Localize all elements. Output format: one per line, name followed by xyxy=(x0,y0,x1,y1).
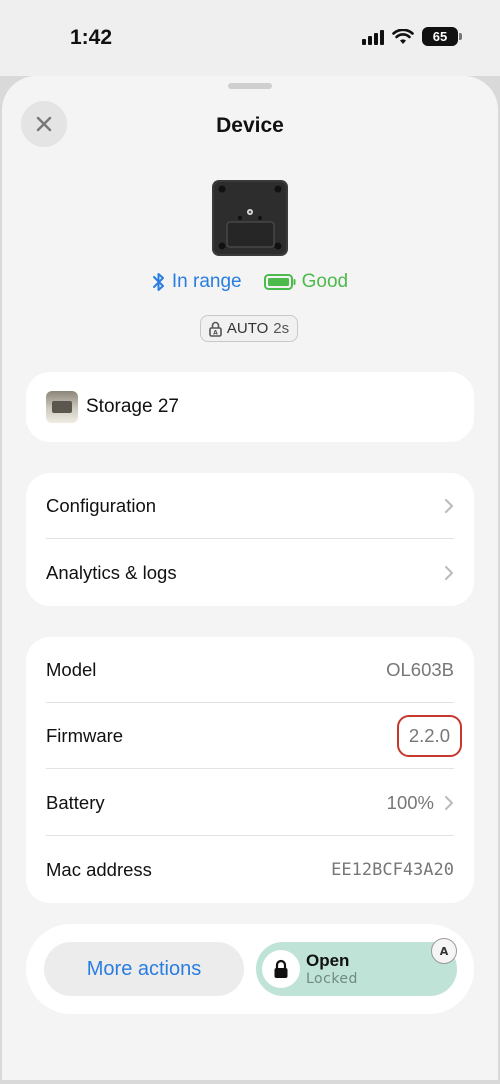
action-bar: More actions Open Locked A xyxy=(26,924,474,1014)
battery-status-label: Good xyxy=(301,271,349,292)
auto-lock-icon: A xyxy=(209,321,222,337)
firmware-label: Firmware xyxy=(46,725,124,746)
device-image xyxy=(212,180,288,256)
auto-lock-badge[interactable]: A AUTO 2s xyxy=(200,315,298,342)
wifi-icon xyxy=(392,28,414,44)
status-icons: 65 xyxy=(362,27,462,46)
nav-item-configuration[interactable]: Configuration xyxy=(46,473,454,539)
page-title: Device xyxy=(216,114,284,137)
battery-status: Good xyxy=(263,271,349,293)
cellular-signal-icon xyxy=(362,29,384,45)
lock-icon-circle xyxy=(262,950,300,988)
storage-card[interactable]: Storage 27 xyxy=(26,372,474,442)
connection-label: In range xyxy=(171,271,242,292)
auto-refresh-glyph: A xyxy=(440,945,449,958)
navigation-card: Configuration Analytics & logs xyxy=(26,473,474,606)
battery-value-group: 100% xyxy=(387,792,454,814)
battery-indicator: 65 xyxy=(422,27,462,46)
nav-item-label: Analytics & logs xyxy=(46,562,177,583)
bluetooth-icon xyxy=(152,273,164,291)
lock-state: Locked xyxy=(306,971,358,987)
storage-name: Storage 27 xyxy=(86,396,179,417)
status-time: 1:42 xyxy=(70,26,113,49)
chevron-right-icon xyxy=(445,566,453,580)
chevron-right-icon xyxy=(445,499,453,513)
storage-thumbnail xyxy=(46,391,78,423)
info-row-battery[interactable]: Battery 100% xyxy=(46,770,454,836)
connection-status: In range xyxy=(152,271,242,293)
auto-lock-icon[interactable]: A xyxy=(431,938,457,964)
info-row-mac: Mac address EE12BCF43A20 xyxy=(46,837,454,903)
firmware-value: 2.2.0 xyxy=(396,715,462,757)
open-label: Open xyxy=(306,951,350,970)
model-label: Model xyxy=(46,659,97,680)
sheet-grabber[interactable] xyxy=(228,83,272,89)
chevron-right-icon xyxy=(445,796,453,810)
device-sheet: Device In range Good A AUTO 2s Storage 2… xyxy=(2,76,498,1080)
nav-item-analytics-logs[interactable]: Analytics & logs xyxy=(46,540,454,606)
more-actions-button[interactable]: More actions xyxy=(44,942,244,996)
mac-label: Mac address xyxy=(46,859,152,880)
mac-value: EE12BCF43A20 xyxy=(331,860,454,880)
battery-value: 100% xyxy=(386,792,434,813)
model-value: OL603B xyxy=(386,659,454,680)
svg-text:A: A xyxy=(440,945,449,958)
svg-text:A: A xyxy=(213,329,218,336)
device-info-card: Model OL603B Firmware 2.2.0 Battery 100%… xyxy=(26,637,474,903)
lock-icon xyxy=(274,959,288,978)
open-lock-button[interactable]: Open Locked xyxy=(256,942,457,996)
nav-item-label: Configuration xyxy=(46,495,157,516)
info-row-firmware: Firmware 2.2.0 xyxy=(46,703,462,769)
battery-level: 65 xyxy=(432,29,448,44)
battery-label: Battery xyxy=(46,792,105,813)
battery-icon xyxy=(263,274,296,290)
auto-delay: 2s xyxy=(273,320,290,337)
device-status-row: In range Good xyxy=(2,271,498,293)
auto-label: AUTO xyxy=(226,320,269,337)
info-row-model: Model OL603B xyxy=(46,637,454,703)
status-bar: 1:42 65 xyxy=(0,0,500,76)
